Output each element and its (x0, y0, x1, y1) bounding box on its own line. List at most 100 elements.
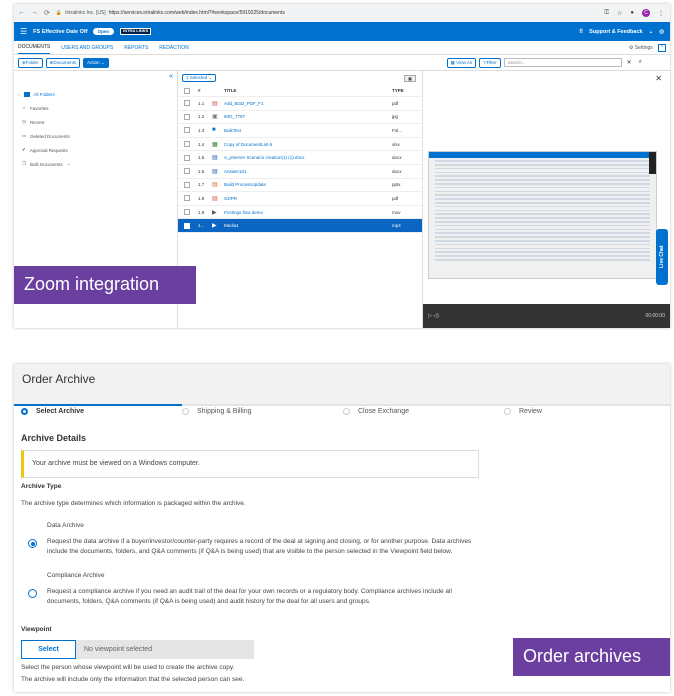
row-title[interactable]: Add_BGD_PDF_F1 (224, 101, 392, 106)
folder-icon: ■ (212, 127, 216, 134)
step-select-archive: Select Archive (21, 408, 84, 415)
table-row[interactable]: 1.4 ▦ Copy of DocumentList-5 xlsx (178, 138, 422, 152)
search-icon[interactable]: ⌕ (639, 59, 642, 66)
archive-type-help: The archive type determines which inform… (21, 500, 246, 507)
tab-users-and-groups[interactable]: USERS AND GROUPS (61, 42, 113, 54)
avatar[interactable]: C (642, 9, 650, 17)
key-icon[interactable]: ⚿ (604, 10, 609, 17)
action-button[interactable]: Action ⌄ (83, 57, 109, 68)
row-checkbox[interactable] (184, 127, 190, 134)
video-icon: ▶ (212, 209, 217, 216)
add-folder-button[interactable]: ⊕Folder (18, 57, 43, 68)
table-row[interactable]: 1.3 ■ BulkTest Fol... (178, 124, 422, 138)
step-dot-icon (21, 408, 28, 415)
support-menu[interactable]: Support & Feedback (589, 29, 642, 35)
star-icon[interactable]: ☆ (617, 10, 622, 17)
step-label: Select Archive (36, 408, 84, 415)
select-all-checkbox[interactable] (184, 87, 190, 94)
section-title: Archive Details (21, 433, 87, 443)
add-documents-button[interactable]: ⊕Documents (45, 57, 81, 68)
column-num[interactable]: # (198, 88, 212, 93)
word-icon: ▤ (212, 168, 218, 175)
tab-documents[interactable]: DOCUMENTS (18, 41, 51, 54)
row-title[interactable]: Copy of DocumentList-5 (224, 142, 392, 147)
chevron-down-icon[interactable]: ⌄ (649, 29, 654, 35)
tree-item-bulk[interactable]: ❐ Bulk Documents ⌄ (18, 157, 177, 171)
column-title[interactable]: TITLE (224, 88, 392, 93)
play-icon[interactable]: ▷ (428, 313, 432, 319)
row-title[interactable]: Postings flow demo (224, 210, 392, 215)
search-input[interactable]: Search... (503, 58, 622, 67)
collapse-left-icon[interactable]: « (169, 73, 173, 80)
row-checkbox[interactable] (184, 181, 190, 188)
user-icon[interactable]: ◎ (659, 29, 664, 35)
row-title[interactable]: BulkTest (224, 128, 392, 133)
table-row[interactable]: 1.8 ▤ GDPR pdf (178, 192, 422, 206)
select-viewpoint-button[interactable]: Select (21, 640, 76, 659)
tree-item-favorites[interactable]: ☆ Favorites (18, 101, 177, 115)
preview-line (435, 186, 650, 189)
row-checkbox[interactable] (184, 222, 190, 229)
step-shipping: Shipping & Billing (182, 408, 251, 415)
collapse-up-icon[interactable]: ⌃ (657, 43, 666, 52)
filter-button[interactable]: ▽Filter (479, 57, 501, 68)
preview-line (435, 251, 650, 253)
apps-grid-icon[interactable]: ⠿ (579, 29, 583, 35)
add-documents-label: Documents (53, 59, 77, 65)
tree-item-all-folders[interactable]: › All Folders (18, 87, 177, 101)
room-name[interactable]: FS Effective Date Off (33, 29, 87, 35)
tree-item-recent[interactable]: ◷ Recent (18, 115, 177, 129)
table-row[interactable]: 1... ▶ Media1 mp4 (178, 219, 422, 233)
tree-item-deleted[interactable]: ▭ Deleted Documents (18, 129, 177, 143)
selection-dropdown[interactable]: 1 Selected ⌄ (182, 74, 217, 82)
extension-icon[interactable]: ● (630, 10, 634, 16)
data-archive-radio[interactable] (28, 539, 37, 548)
row-checkbox[interactable] (184, 141, 190, 148)
app-header: ☰ FS Effective Date Off Open INTRA LINKS… (14, 22, 670, 41)
table-row[interactable]: 1.2 ▣ IMG_7797 jpg (178, 111, 422, 125)
row-checkbox[interactable] (184, 100, 190, 107)
close-icon[interactable]: ✕ (627, 59, 632, 66)
table-row[interactable]: 1.9 ▶ Postings flow demo mov (178, 206, 422, 220)
row-checkbox[interactable] (184, 168, 190, 175)
site-name: Intralinks Inc. [US] (65, 10, 106, 16)
row-num: 1.3 (198, 127, 205, 133)
row-checkbox[interactable] (184, 154, 190, 161)
chevron-right-icon[interactable]: › (18, 92, 20, 97)
forward-icon[interactable]: → (31, 9, 38, 17)
preview-line (435, 255, 650, 257)
view-as-button[interactable]: ▦ View As (446, 57, 477, 68)
address-bar[interactable]: 🔒 Intralinks Inc. [US] https://services.… (56, 10, 605, 16)
row-title[interactable]: GDPR (224, 196, 392, 201)
step-close-exchange: Close Exchange (343, 408, 409, 415)
reload-icon[interactable]: ⟳ (44, 9, 50, 17)
step-label: Close Exchange (358, 408, 409, 415)
menu-icon[interactable]: ⋮ (658, 10, 664, 17)
row-title[interactable]: A_pServer Scenario creation(1) (1).docx (224, 155, 392, 160)
tree-item-approval[interactable]: ✔ Approval Requests (18, 143, 177, 157)
row-title[interactable]: Answer101 (224, 169, 392, 174)
tab-reports[interactable]: REPORTS (124, 42, 148, 54)
table-row[interactable]: 1.6 ▤ Answer101 docx (178, 165, 422, 179)
document-list: 1 Selected ⌄ ▦ # TITLE TYPE 1.1 ▤ Add_BGD_… (178, 71, 423, 328)
live-chat-button[interactable]: Live Chat (656, 229, 668, 285)
row-title[interactable]: Media1 (224, 223, 392, 228)
settings-button[interactable]: ⚙ Settings (629, 45, 653, 51)
hamburger-icon[interactable]: ☰ (20, 27, 27, 36)
back-icon[interactable]: ← (18, 9, 25, 17)
preview-line (435, 213, 650, 215)
volume-icon[interactable]: ◁) (433, 313, 439, 319)
table-row[interactable]: 1.7 ▤ Build ProcessUpdate pptx (178, 179, 422, 193)
row-checkbox[interactable] (184, 209, 190, 216)
close-preview-icon[interactable]: ✕ (655, 74, 662, 83)
table-row[interactable]: 1.1 ▤ Add_BGD_PDF_F1 pdf (178, 97, 422, 111)
grid-view-icon[interactable]: ▦ (404, 74, 416, 82)
row-title[interactable]: IMG_7797 (224, 114, 392, 119)
row-checkbox[interactable] (184, 195, 190, 202)
tab-redaction[interactable]: REDACTION (159, 42, 188, 54)
column-type[interactable]: TYPE (392, 88, 422, 93)
row-checkbox[interactable] (184, 113, 190, 120)
compliance-archive-radio[interactable] (28, 589, 37, 598)
table-row[interactable]: 1.5 ▤ A_pServer Scenario creation(1) (1).d… (178, 151, 422, 165)
row-title[interactable]: Build ProcessUpdate (224, 182, 392, 187)
